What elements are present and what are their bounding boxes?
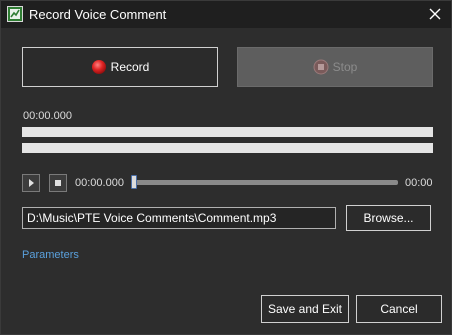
parameters-link[interactable]: Parameters	[22, 249, 79, 261]
cancel-label: Cancel	[380, 302, 418, 316]
stop-icon	[55, 180, 61, 186]
stop-button: Stop	[237, 47, 433, 87]
save-and-exit-label: Save and Exit	[267, 302, 343, 316]
stop-button-label: Stop	[332, 60, 358, 74]
window-title: Record Voice Comment	[29, 7, 167, 22]
playback-position-time: 00:00.000	[75, 177, 124, 189]
level-meter-left	[22, 127, 433, 137]
level-meter-right	[22, 143, 433, 153]
playback-slider-thumb[interactable]	[131, 175, 137, 189]
record-dot-icon	[91, 59, 107, 75]
play-button[interactable]	[22, 174, 40, 192]
title-bar: Record Voice Comment	[1, 1, 451, 28]
close-icon	[429, 8, 441, 20]
cancel-button[interactable]: Cancel	[356, 295, 442, 323]
close-button[interactable]	[425, 4, 445, 24]
app-logo-icon	[7, 6, 23, 22]
recording-time: 00:00.000	[23, 110, 72, 122]
save-and-exit-button[interactable]: Save and Exit	[261, 295, 349, 323]
playback-total-time: 00:00	[405, 177, 433, 189]
record-button-label: Record	[110, 60, 150, 74]
browse-button[interactable]: Browse...	[346, 205, 431, 231]
record-voice-comment-dialog: Record Voice Comment Record Stop 00:00.0…	[0, 0, 452, 335]
browse-button-label: Browse...	[363, 211, 414, 225]
stop-square-icon	[313, 59, 329, 75]
record-button[interactable]: Record	[22, 47, 218, 87]
playback-stop-button[interactable]	[49, 174, 67, 192]
play-icon	[29, 179, 34, 187]
file-path-input[interactable]	[22, 207, 336, 229]
playback-slider-track[interactable]	[131, 180, 398, 185]
